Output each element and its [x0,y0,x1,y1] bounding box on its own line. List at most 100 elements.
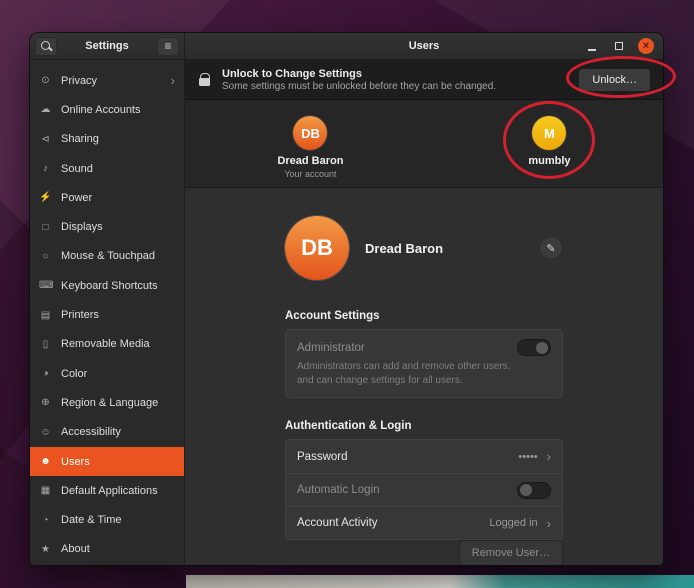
carousel-user-dread-baron[interactable]: DB Dread Baron Your account [277,116,343,179]
maximize-icon [615,42,623,50]
sidebar-item-privacy[interactable]: ⊙ Privacy › [30,66,184,95]
printer-icon: ▤ [39,310,52,321]
lock-icon [197,73,211,86]
removable-media-icon: ▯ [39,339,52,350]
password-label: Password [297,451,348,463]
user-detail: DB Dread Baron ✎ Account Settings Admini… [185,188,663,565]
sidebar-item-power[interactable]: ⚡ Power [30,183,184,212]
administrator-row: Administrator [297,339,551,356]
sidebar-item-accessibility[interactable]: ☺ Accessibility [30,418,184,447]
carousel-user-name: mumbly [528,155,570,167]
minimize-button[interactable] [584,38,600,54]
remove-user-row: Remove User… [285,540,563,565]
sidebar-item-users[interactable]: ☻ Users [30,447,184,476]
sound-icon: ♪ [39,163,52,174]
unlock-banner: Unlock to Change Settings Some settings … [185,60,663,100]
sidebar-item-printers[interactable]: ▤ Printers [30,300,184,329]
window-body: ⊙ Privacy › ☁ Online Accounts ⊲ Sharing … [30,60,663,565]
settings-title: Settings [61,40,153,52]
hamburger-menu-icon: ≡ [164,40,171,52]
toggle-knob [536,342,548,354]
edit-name-button[interactable]: ✎ [539,236,563,260]
titlebar[interactable]: Settings ≡ Users × [30,33,663,60]
displays-icon: □ [39,222,52,233]
automatic-login-row: Automatic Login [286,473,562,506]
pencil-icon: ✎ [546,242,555,255]
users-panel: Unlock to Change Settings Some settings … [185,60,663,565]
account-activity-value: Logged in [489,517,537,529]
auth-login-heading: Authentication & Login [285,420,563,432]
titlebar-left: Settings ≡ [30,33,185,59]
chevron-right-icon: › [547,517,551,530]
account-activity-row[interactable]: Account Activity Logged in › [286,506,562,539]
background-window-strip [186,575,694,588]
mouse-touchpad-icon: ○ [39,251,52,262]
profile-row: DB Dread Baron ✎ [285,216,563,280]
user-carousel: DB Dread Baron Your account M mumbly [185,100,663,188]
lock-glyph [199,78,210,86]
close-button[interactable]: × [638,38,654,54]
about-icon: ★ [39,544,52,555]
search-button[interactable] [35,37,57,56]
online-accounts-icon: ☁ [39,104,52,115]
date-time-icon: ◔ [39,515,52,526]
sidebar-item-region-language[interactable]: ⊕ Region & Language [30,388,184,417]
sidebar-list: ⊙ Privacy › ☁ Online Accounts ⊲ Sharing … [30,60,185,565]
profile-avatar: DB [285,216,349,280]
auth-card: Password ••••• › Automatic Login [285,439,563,540]
automatic-login-toggle[interactable] [517,482,551,499]
search-icon [41,41,50,50]
administrator-description: Administrators can add and remove other … [297,360,551,387]
account-settings-heading: Account Settings [285,310,563,322]
desktop-background: Settings ≡ Users × [0,0,694,588]
titlebar-right: Users × [185,33,663,59]
minimize-icon [588,49,596,51]
administrator-toggle[interactable] [517,339,551,356]
chevron-right-icon: › [171,74,175,87]
menu-button[interactable]: ≡ [157,37,179,56]
profile-name: Dread Baron [365,241,443,256]
carousel-user-subtitle: Your account [284,169,336,179]
region-language-icon: ⊕ [39,397,52,408]
window-controls: × [584,38,663,54]
unlock-button[interactable]: Unlock… [578,68,651,92]
keyboard-icon: ⌨ [39,280,52,291]
sidebar-item-about[interactable]: ★ About [30,535,184,564]
unlock-text: Unlock to Change Settings Some settings … [222,68,496,92]
administrator-card: Administrator Administrators can add and… [285,329,563,398]
sharing-icon: ⊲ [39,134,52,145]
sidebar-item-default-applications[interactable]: ▦ Default Applications [30,476,184,505]
sidebar-item-color[interactable]: ◑ Color [30,359,184,388]
power-icon: ⚡ [39,192,52,203]
remove-user-button[interactable]: Remove User… [459,540,563,565]
sidebar-item-sharing[interactable]: ⊲ Sharing [30,125,184,154]
sidebar-item-mouse-touchpad[interactable]: ○ Mouse & Touchpad [30,242,184,271]
sidebar-item-displays[interactable]: □ Displays [30,212,184,241]
sidebar-item-online-accounts[interactable]: ☁ Online Accounts [30,95,184,124]
maximize-button[interactable] [611,38,627,54]
account-activity-label: Account Activity [297,517,378,529]
sidebar-item-removable-media[interactable]: ▯ Removable Media [30,330,184,359]
toggle-knob [520,484,532,496]
chevron-right-icon: › [547,450,551,463]
sidebar-item-date-time[interactable]: ◔ Date & Time [30,505,184,534]
unlock-title: Unlock to Change Settings [222,68,496,80]
avatar-mumbly: M [532,116,566,150]
detail-column: DB Dread Baron ✎ Account Settings Admini… [285,202,563,540]
accessibility-icon: ☺ [39,427,52,438]
sidebar-item-keyboard-shortcuts[interactable]: ⌨ Keyboard Shortcuts [30,271,184,300]
avatar-dread-baron: DB [293,116,327,150]
color-icon: ◑ [39,368,52,379]
administrator-label: Administrator [297,342,365,354]
users-icon: ☻ [39,456,52,467]
privacy-icon: ⊙ [39,75,52,86]
password-value: ••••• [518,451,537,463]
carousel-user-name: Dread Baron [277,155,343,167]
settings-window: Settings ≡ Users × [30,33,663,565]
automatic-login-label: Automatic Login [297,484,379,496]
unlock-subtitle: Some settings must be unlocked before th… [222,81,496,92]
password-row[interactable]: Password ••••• › [286,440,562,473]
carousel-user-mumbly[interactable]: M mumbly [528,116,570,167]
default-apps-icon: ▦ [39,485,52,496]
sidebar-item-sound[interactable]: ♪ Sound [30,154,184,183]
